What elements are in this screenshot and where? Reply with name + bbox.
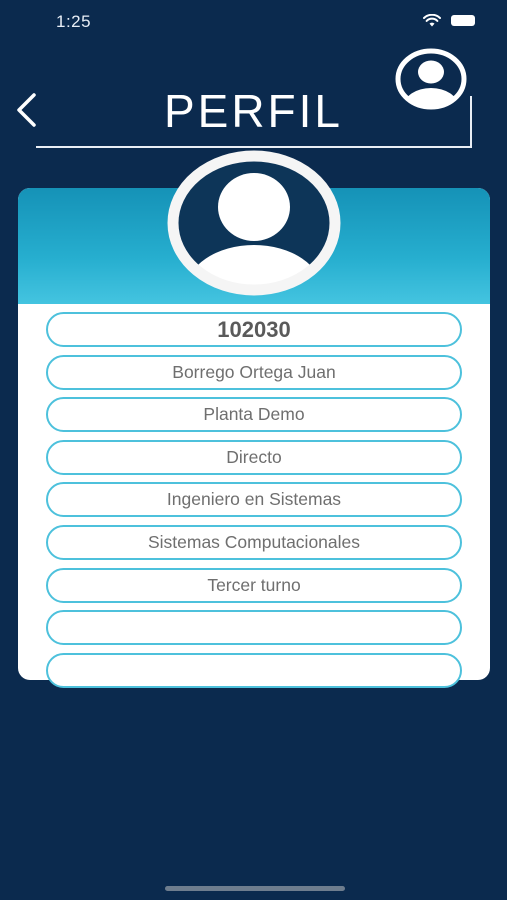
position-field: Ingeniero en Sistemas — [46, 482, 462, 518]
employee-type-field: Directo — [46, 439, 462, 475]
profile-avatar — [164, 147, 344, 299]
shift-field: Tercer turno — [46, 567, 462, 603]
battery-icon — [451, 15, 475, 26]
status-bar: 1:25 — [0, 0, 507, 44]
status-time: 1:25 — [56, 12, 92, 31]
wifi-icon — [423, 14, 441, 27]
title-divider — [470, 96, 472, 146]
department-field: Sistemas Computacionales — [46, 524, 462, 560]
profile-field-list: 102030 Borrego Ortega Juan Planta Demo D… — [46, 312, 462, 688]
plant-field: Planta Demo — [46, 397, 462, 433]
empty-field-1 — [46, 610, 462, 646]
employee-id-field: 102030 — [46, 312, 462, 347]
user-avatar-icon — [167, 150, 341, 296]
status-icons — [423, 14, 475, 27]
empty-field-2 — [46, 652, 462, 688]
account-button[interactable] — [394, 48, 468, 110]
user-circle-icon — [395, 48, 467, 110]
employee-name-field: Borrego Ortega Juan — [46, 354, 462, 390]
home-indicator[interactable] — [165, 886, 345, 891]
